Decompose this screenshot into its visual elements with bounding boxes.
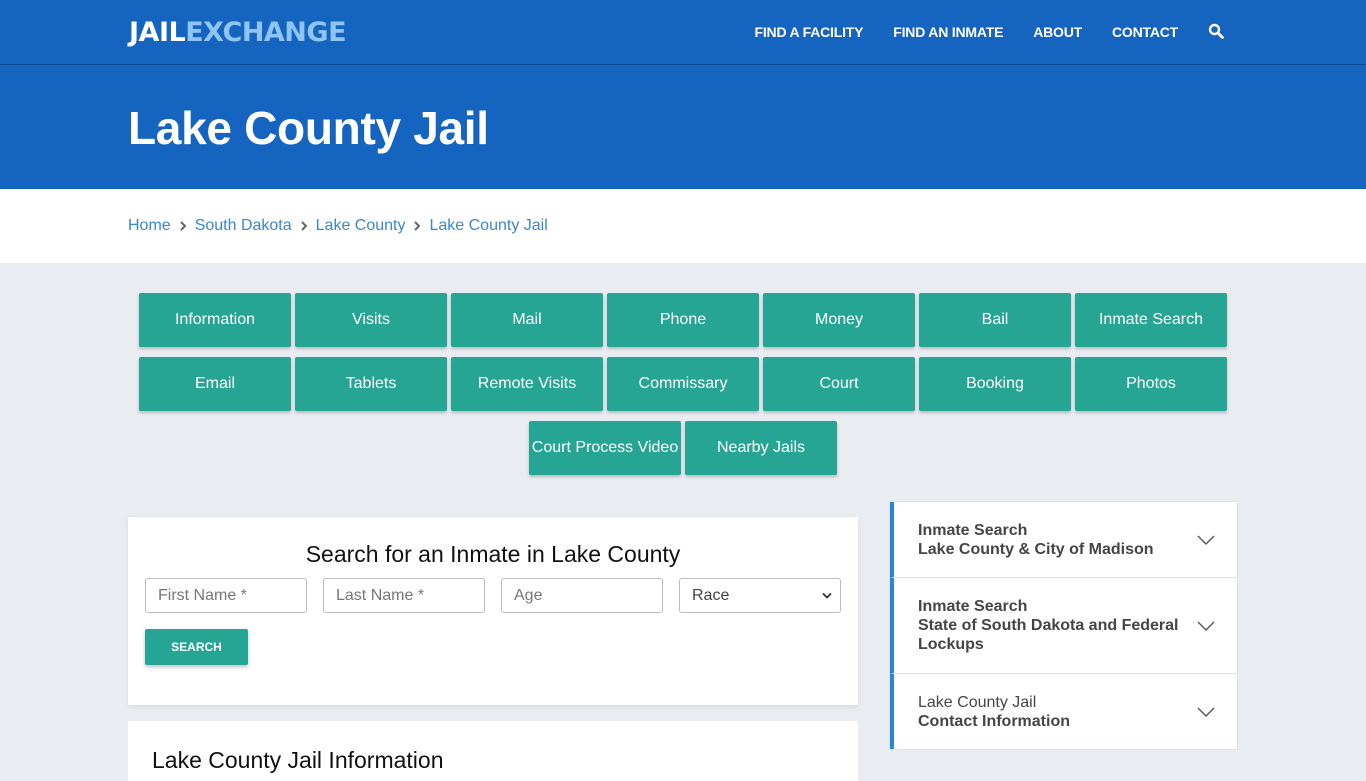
breadcrumb-facility[interactable]: Lake County Jail	[429, 217, 547, 235]
topic-button-booking[interactable]: Booking	[919, 357, 1071, 411]
chevron-down-icon	[1197, 621, 1215, 631]
main-nav: FIND A FACILITY FIND AN INMATE ABOUT CON…	[725, 0, 1224, 64]
topic-button-tablets[interactable]: Tablets	[295, 357, 447, 411]
sidebar-accordion: Inmate Search Lake County & City of Madi…	[889, 501, 1238, 750]
topic-row-3: Court Process Video Nearby Jails	[137, 421, 1229, 475]
accordion-line2: State of South Dakota and Federal Lockup…	[918, 617, 1179, 653]
chevron-right-icon	[292, 221, 316, 231]
accordion-inmate-search-state[interactable]: Inmate Search State of South Dakota and …	[890, 578, 1237, 674]
accordion-line2: Lake County & City of Madison	[918, 540, 1154, 558]
age-input[interactable]: Age	[501, 578, 663, 613]
page-title: Lake County Jail	[128, 102, 489, 154]
topic-button-inmate-search[interactable]: Inmate Search	[1075, 293, 1227, 347]
topic-button-email[interactable]: Email	[139, 357, 291, 411]
topic-button-information[interactable]: Information	[139, 293, 291, 347]
search-card-title: Search for an Inmate in Lake County	[305, 541, 681, 567]
accordion-contact-information[interactable]: Lake County Jail Contact Information	[890, 674, 1237, 749]
topic-button-phone[interactable]: Phone	[607, 293, 759, 347]
topic-row-2: Email Tablets Remote Visits Commissary C…	[137, 357, 1229, 411]
topic-button-bail[interactable]: Bail	[919, 293, 1071, 347]
chevron-right-icon	[171, 221, 195, 231]
info-section-title: Lake County Jail Information	[152, 747, 444, 773]
accordion-line1: Inmate Search	[918, 598, 1028, 615]
breadcrumb-home[interactable]: Home	[128, 217, 171, 235]
topic-button-court[interactable]: Court	[763, 357, 915, 411]
chevron-down-icon	[1197, 535, 1215, 545]
topic-button-commissary[interactable]: Commissary	[607, 357, 759, 411]
accordion-inmate-search-county[interactable]: Inmate Search Lake County & City of Madi…	[890, 502, 1237, 578]
accordion-line1: Lake County Jail	[918, 693, 1037, 711]
breadcrumb-county[interactable]: Lake County	[316, 217, 406, 235]
chevron-right-icon	[405, 221, 429, 231]
hero-banner: Lake County Jail	[0, 65, 1366, 189]
breadcrumb-state[interactable]: South Dakota	[195, 217, 292, 235]
breadcrumb: Home South Dakota Lake County Lake Count…	[0, 189, 1366, 263]
jail-information-card: Lake County Jail Information	[128, 721, 858, 781]
search-button[interactable]: SEARCH	[145, 629, 248, 665]
race-select[interactable]: Race	[679, 578, 841, 613]
logo-part-jail: JAIL	[129, 17, 186, 48]
topic-button-court-process-video[interactable]: Court Process Video	[529, 421, 681, 475]
accordion-line1: Inmate Search	[918, 521, 1028, 539]
top-navbar: JAILEXCHANGE FIND A FACILITY FIND AN INM…	[0, 0, 1366, 65]
topic-button-nearby-jails[interactable]: Nearby Jails	[685, 421, 837, 475]
chevron-down-icon	[1197, 707, 1215, 717]
search-icon[interactable]	[1208, 23, 1224, 39]
accordion-line2: Contact Information	[918, 712, 1070, 730]
topic-button-grid: Information Visits Mail Phone Money Bail…	[137, 293, 1229, 485]
race-select-value: Race	[692, 586, 730, 604]
topic-button-remote-visits[interactable]: Remote Visits	[451, 357, 603, 411]
nav-find-an-inmate[interactable]: FIND AN INMATE	[893, 24, 1003, 40]
inmate-search-card: Search for an Inmate in Lake County Firs…	[128, 517, 858, 705]
site-logo[interactable]: JAILEXCHANGE	[129, 16, 347, 50]
nav-about[interactable]: ABOUT	[1033, 24, 1082, 40]
nav-contact[interactable]: CONTACT	[1112, 24, 1178, 40]
topic-button-money[interactable]: Money	[763, 293, 915, 347]
topic-button-photos[interactable]: Photos	[1075, 357, 1227, 411]
nav-find-a-facility[interactable]: FIND A FACILITY	[755, 24, 864, 40]
topic-row-1: Information Visits Mail Phone Money Bail…	[137, 293, 1229, 347]
logo-part-exchange: EXCHANGE	[185, 17, 347, 48]
topic-button-mail[interactable]: Mail	[451, 293, 603, 347]
chevron-down-icon	[822, 592, 832, 599]
last-name-input[interactable]: Last Name *	[323, 578, 485, 613]
topic-button-visits[interactable]: Visits	[295, 293, 447, 347]
first-name-input[interactable]: First Name *	[145, 578, 307, 613]
